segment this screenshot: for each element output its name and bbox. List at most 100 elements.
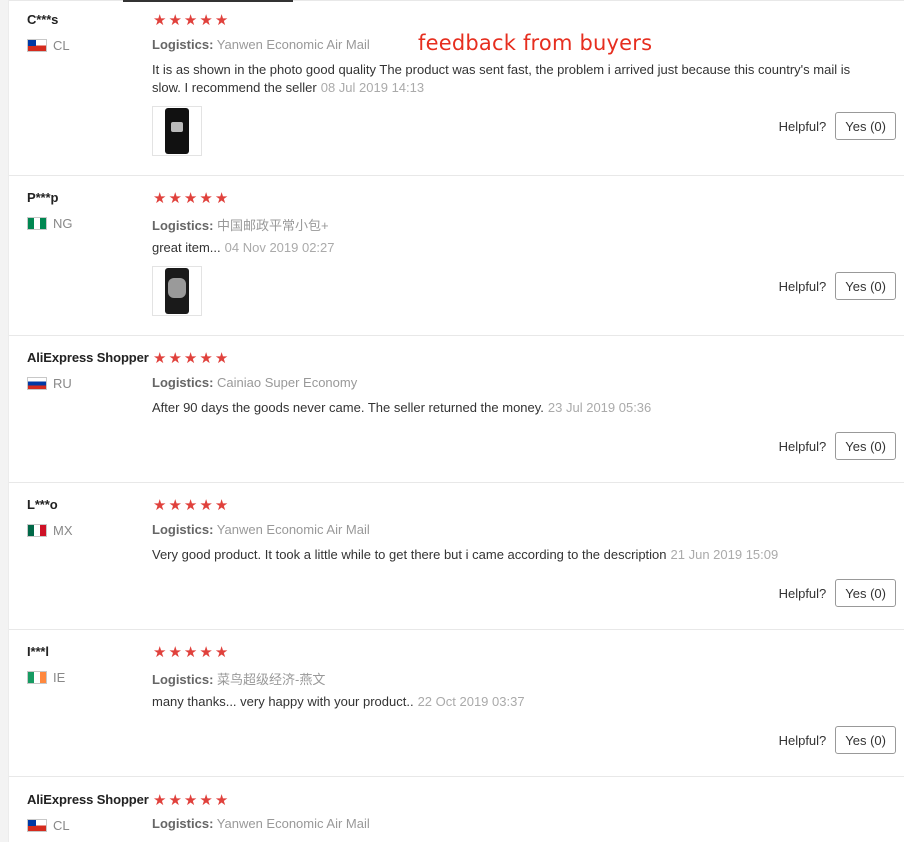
review-comment: great item... 04 Nov 2019 02:27 bbox=[152, 239, 862, 257]
star-icon: ★ bbox=[153, 497, 167, 514]
reviewer-country: MX bbox=[27, 523, 73, 538]
country-code: CL bbox=[53, 38, 70, 53]
comment-text: After 90 days the goods never came. The … bbox=[152, 400, 544, 415]
helpful-label: Helpful? bbox=[778, 585, 827, 601]
star-icon: ★ bbox=[153, 12, 167, 29]
star-rating: ★ ★ ★ ★ ★ bbox=[153, 498, 228, 513]
review-date: 23 Jul 2019 05:36 bbox=[547, 400, 652, 415]
star-icon: ★ bbox=[199, 190, 213, 207]
star-icon: ★ bbox=[199, 12, 213, 29]
star-rating: ★ ★ ★ ★ ★ bbox=[153, 793, 228, 808]
flag-ng-icon bbox=[27, 217, 47, 230]
country-code: NG bbox=[53, 216, 73, 231]
review-item: C***s CL ★ ★ ★ ★ ★ Logistics: Yanwen Economi… bbox=[9, 0, 904, 176]
helpful-label: Helpful? bbox=[778, 438, 827, 454]
reviewer-name: P***p bbox=[27, 190, 59, 205]
reviewer-country: NG bbox=[27, 216, 73, 231]
helpful-section: Helpful? Yes (0) bbox=[779, 112, 896, 140]
star-icon: ★ bbox=[183, 792, 198, 809]
star-rating: ★ ★ ★ ★ ★ bbox=[153, 645, 228, 660]
helpful-label: Helpful? bbox=[778, 118, 827, 134]
logistics-value: 中国邮政平常小包+ bbox=[217, 218, 329, 233]
reviewer-name: AliExpress Shopper bbox=[27, 792, 149, 807]
flag-cl-icon bbox=[27, 39, 47, 52]
star-icon: ★ bbox=[153, 792, 167, 809]
star-icon: ★ bbox=[183, 350, 198, 367]
logistics-info: Logistics: Yanwen Economic Air Mail bbox=[152, 37, 370, 52]
helpful-yes-button[interactable]: Yes (0) bbox=[835, 579, 896, 607]
star-icon: ★ bbox=[214, 12, 229, 29]
comment-text: great item... bbox=[152, 240, 221, 255]
star-icon: ★ bbox=[199, 792, 213, 809]
star-rating: ★ ★ ★ ★ ★ bbox=[153, 191, 228, 206]
country-code: CL bbox=[53, 818, 70, 833]
reviewer-name: I***l bbox=[27, 644, 49, 659]
review-item: L***o MX ★ ★ ★ ★ ★ Logistics: Yanwen Economi… bbox=[9, 483, 904, 630]
logistics-value: Yanwen Economic Air Mail bbox=[216, 522, 370, 537]
flag-ru-icon bbox=[27, 377, 47, 390]
review-comment: It is as shown in the photo good quality… bbox=[152, 61, 862, 97]
helpful-yes-button[interactable]: Yes (0) bbox=[835, 432, 896, 460]
review-item: P***p NG ★ ★ ★ ★ ★ Logistics: 中国邮政平常小包+ grea… bbox=[9, 176, 904, 336]
review-comment: After 90 days the goods never came. The … bbox=[152, 399, 862, 417]
logistics-label: Logistics: bbox=[152, 37, 214, 52]
flag-ie-icon bbox=[27, 671, 47, 684]
star-icon: ★ bbox=[199, 497, 213, 514]
helpful-yes-button[interactable]: Yes (0) bbox=[835, 112, 896, 140]
star-icon: ★ bbox=[168, 644, 182, 661]
reviewer-country: RU bbox=[27, 376, 72, 391]
star-icon: ★ bbox=[199, 644, 213, 661]
flag-cl-icon bbox=[27, 819, 47, 832]
phone-photo-icon bbox=[165, 108, 189, 154]
logistics-info: Logistics: Yanwen Economic Air Mail bbox=[152, 522, 370, 537]
helpful-yes-button[interactable]: Yes (0) bbox=[835, 272, 896, 300]
star-icon: ★ bbox=[199, 350, 213, 367]
flag-mx-icon bbox=[27, 524, 47, 537]
reviewer-country: CL bbox=[27, 818, 70, 833]
review-item: I***l IE ★ ★ ★ ★ ★ Logistics: 菜鸟超级经济-燕文 many… bbox=[9, 630, 904, 777]
review-comment: Very good product. It took a little whil… bbox=[152, 546, 862, 564]
star-icon: ★ bbox=[153, 644, 167, 661]
star-icon: ★ bbox=[168, 792, 182, 809]
logistics-info: Logistics: Cainiao Super Economy bbox=[152, 375, 357, 390]
star-icon: ★ bbox=[168, 350, 182, 367]
reviewer-name: L***o bbox=[27, 497, 58, 512]
logistics-label: Logistics: bbox=[152, 816, 214, 831]
reviewer-name: AliExpress Shopper bbox=[27, 350, 149, 365]
star-icon: ★ bbox=[214, 497, 229, 514]
star-icon: ★ bbox=[183, 497, 198, 514]
star-icon: ★ bbox=[153, 190, 167, 207]
star-icon: ★ bbox=[183, 644, 198, 661]
star-icon: ★ bbox=[214, 190, 229, 207]
logistics-info: Logistics: 菜鸟超级经济-燕文 bbox=[152, 669, 325, 688]
helpful-label: Helpful? bbox=[778, 278, 827, 294]
star-icon: ★ bbox=[214, 350, 229, 367]
star-icon: ★ bbox=[183, 12, 198, 29]
helpful-section: Helpful? Yes (0) bbox=[779, 432, 896, 460]
logistics-label: Logistics: bbox=[152, 375, 214, 390]
logistics-value: Yanwen Economic Air Mail bbox=[216, 37, 370, 52]
review-photo[interactable] bbox=[152, 106, 202, 156]
review-item: AliExpress Shopper CL ★ ★ ★ ★ ★ Logistics: Y… bbox=[9, 777, 904, 842]
review-date: 22 Oct 2019 03:37 bbox=[417, 694, 525, 709]
country-code: MX bbox=[53, 523, 73, 538]
helpful-label: Helpful? bbox=[778, 732, 827, 748]
logistics-label: Logistics: bbox=[152, 522, 214, 537]
country-code: IE bbox=[53, 670, 66, 685]
logistics-value: Yanwen Economic Air Mail bbox=[216, 816, 370, 831]
star-icon: ★ bbox=[168, 12, 182, 29]
comment-text: It is as shown in the photo good quality… bbox=[152, 62, 851, 95]
star-icon: ★ bbox=[153, 350, 167, 367]
country-code: RU bbox=[53, 376, 72, 391]
reviewer-country: CL bbox=[27, 38, 70, 53]
helpful-yes-button[interactable]: Yes (0) bbox=[835, 726, 896, 754]
logistics-value: Cainiao Super Economy bbox=[217, 375, 358, 390]
logistics-info: Logistics: Yanwen Economic Air Mail bbox=[152, 816, 370, 831]
star-icon: ★ bbox=[183, 190, 198, 207]
review-date: 08 Jul 2019 14:13 bbox=[320, 80, 425, 95]
review-comment: many thanks... very happy with your prod… bbox=[152, 693, 862, 711]
star-icon: ★ bbox=[168, 497, 182, 514]
helpful-section: Helpful? Yes (0) bbox=[779, 726, 896, 754]
helpful-section: Helpful? Yes (0) bbox=[779, 272, 896, 300]
review-photo[interactable] bbox=[152, 266, 202, 316]
